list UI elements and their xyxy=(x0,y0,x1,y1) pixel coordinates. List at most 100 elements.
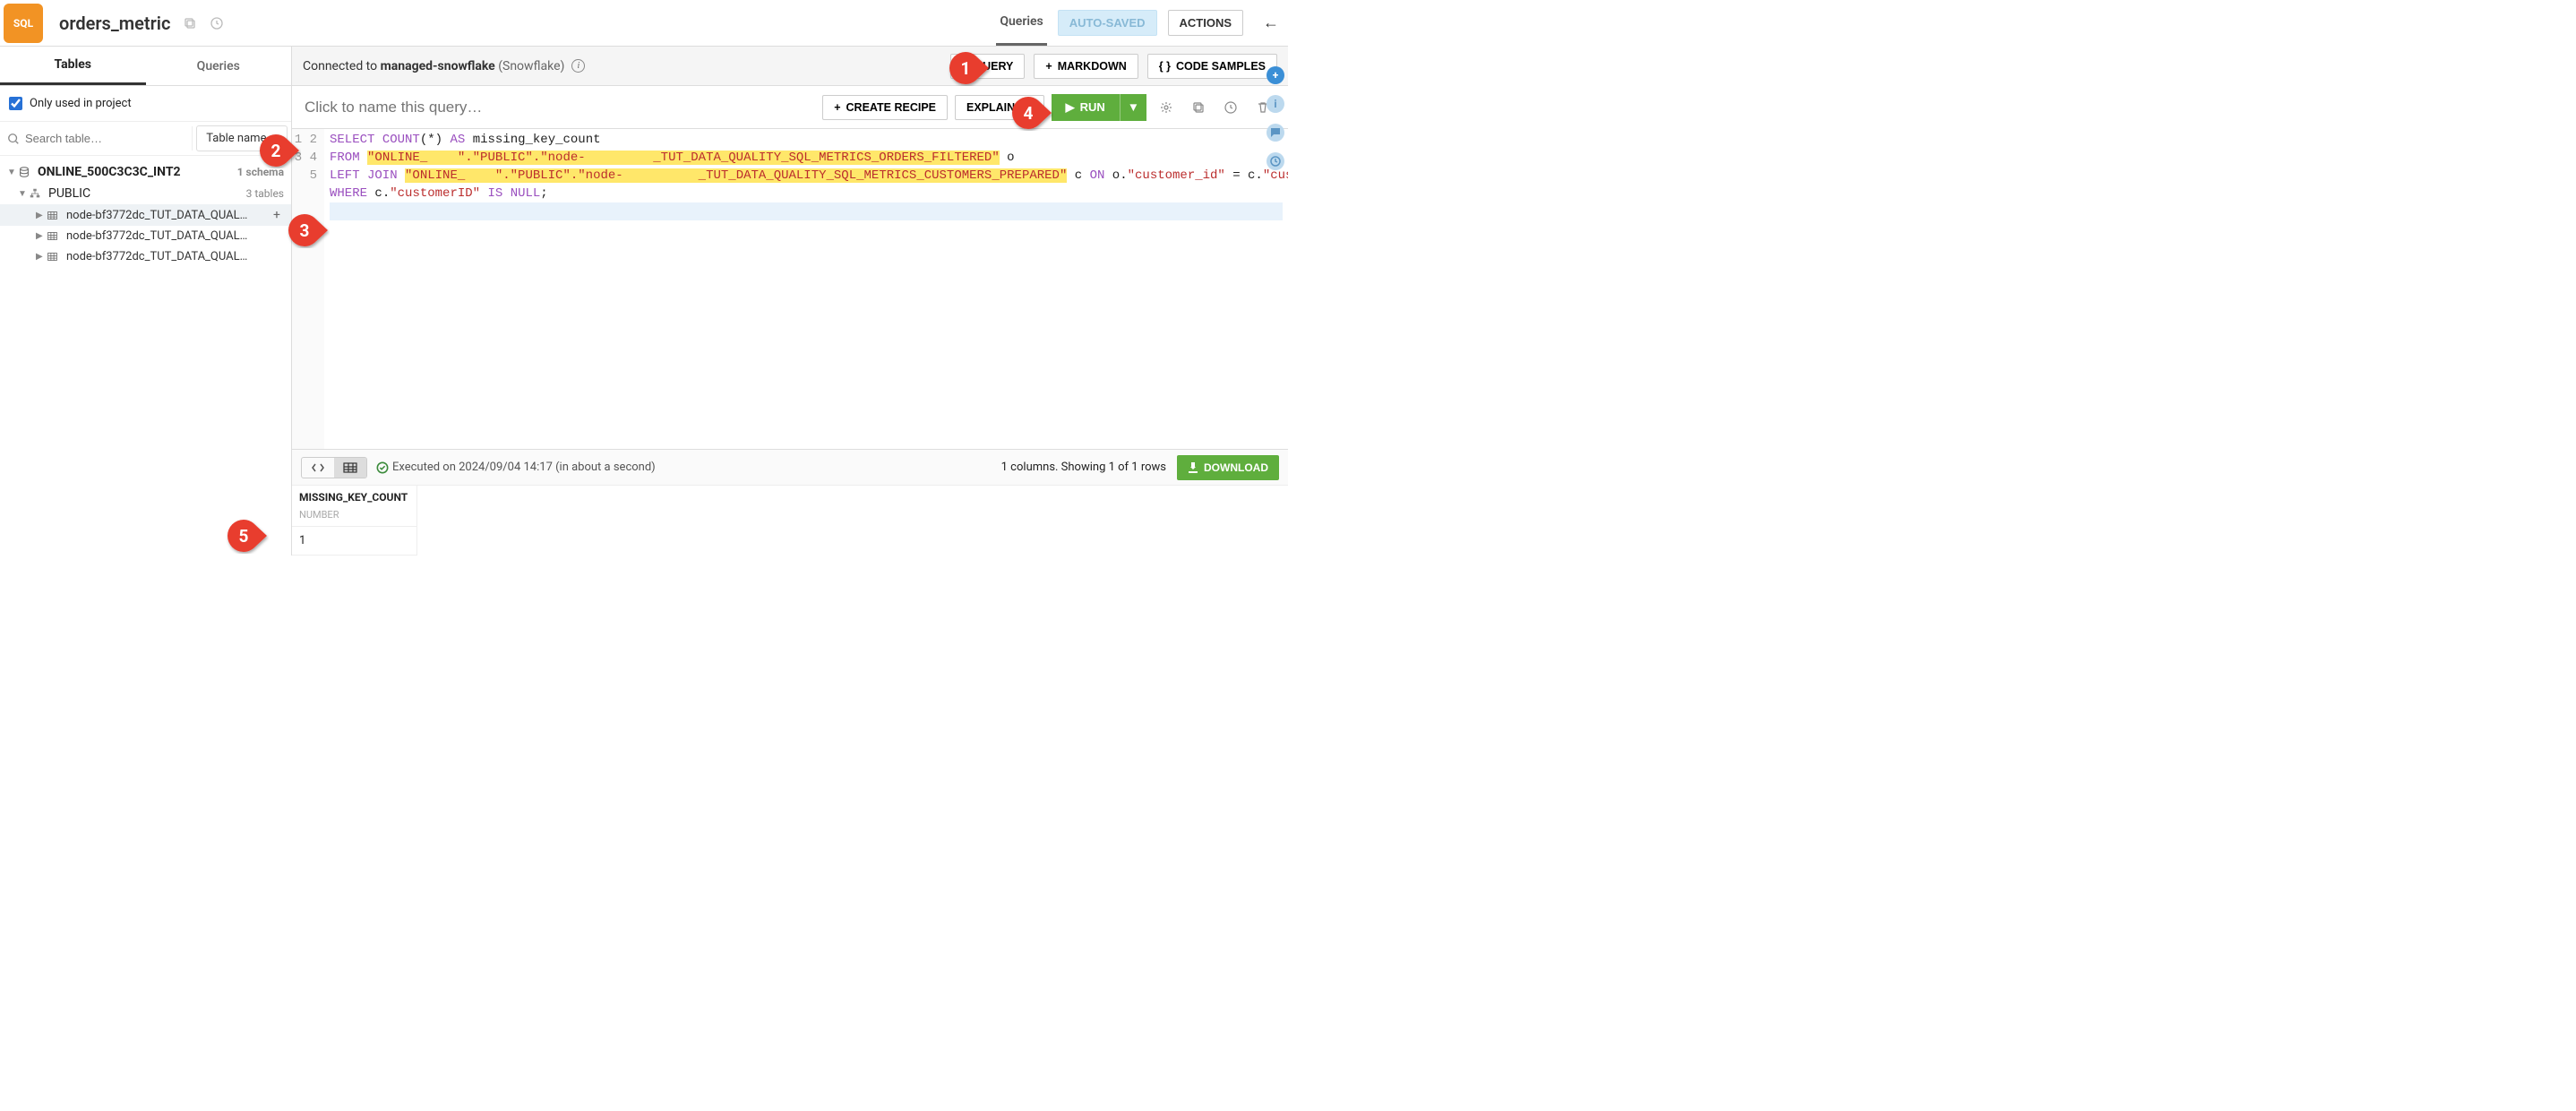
rail-chat-icon[interactable] xyxy=(1267,124,1284,142)
gear-icon[interactable] xyxy=(1154,97,1179,118)
ref: c. xyxy=(367,186,390,201)
table-identifier: "ONLINE_ "."PUBLIC"."node- _TUT_DATA_QUA… xyxy=(405,168,1067,183)
add-to-query-icon[interactable]: + xyxy=(270,208,284,222)
search-input[interactable] xyxy=(25,132,185,145)
table-icon xyxy=(47,230,63,242)
tree-table[interactable]: ▶ node-bf3772dc_TUT_DATA_QUAL… xyxy=(0,246,291,267)
database-icon xyxy=(18,166,34,178)
caret-right-icon: ▶ xyxy=(36,231,47,241)
alias: missing_key_count xyxy=(473,133,601,147)
kw-as: AS xyxy=(450,133,465,147)
run-button[interactable]: ▶ RUN xyxy=(1052,94,1120,121)
tab-tables[interactable]: Tables xyxy=(0,47,146,85)
create-recipe-button[interactable]: +CREATE RECIPE xyxy=(822,95,948,120)
sort-dropdown[interactable]: Table name ▾ xyxy=(196,125,288,151)
kw-null: NULL xyxy=(511,186,541,201)
check-icon xyxy=(376,461,389,474)
code-view-toggle[interactable] xyxy=(302,458,334,478)
info-icon[interactable]: i xyxy=(571,59,585,73)
connection-bar: Connected to managed-snowflake (Snowflak… xyxy=(292,47,1288,86)
column: "customerID" xyxy=(1263,168,1288,183)
add-markdown-button[interactable]: +MARKDOWN xyxy=(1034,54,1138,79)
copy-query-icon[interactable] xyxy=(1186,97,1211,118)
braces-icon: { } xyxy=(1159,60,1171,73)
table-name: node-bf3772dc_TUT_DATA_QUAL… xyxy=(66,250,284,263)
content-area: Connected to managed-snowflake (Snowflak… xyxy=(292,47,1288,556)
ref: o. xyxy=(1104,168,1127,183)
table-view-toggle[interactable] xyxy=(334,458,366,478)
caret-down-icon: ▼ xyxy=(18,189,29,199)
database-name: ONLINE_500C3C3C_INT2 xyxy=(38,165,237,179)
kw-join: LEFT JOIN xyxy=(330,168,398,183)
run-label: RUN xyxy=(1080,100,1105,114)
collapse-panel-icon[interactable]: ← xyxy=(1263,13,1279,32)
tree-table[interactable]: ▶ node-bf3772dc_TUT_DATA_QUAL… + xyxy=(0,204,291,226)
run-dropdown[interactable]: ▼ xyxy=(1120,94,1146,121)
line-gutter: 1 2 3 4 5 xyxy=(292,129,324,449)
code-samples-button[interactable]: { } CODE SAMPLES xyxy=(1147,54,1277,79)
schema-meta: 3 tables xyxy=(246,187,284,200)
code-samples-label: CODE SAMPLES xyxy=(1176,60,1266,73)
app-logo: SQL xyxy=(4,4,43,43)
column: "customerID" xyxy=(390,186,480,201)
chevron-down-icon: ▾ xyxy=(271,132,278,145)
search-icon xyxy=(7,133,20,145)
connection-engine: (Snowflake) xyxy=(498,59,564,73)
alias: o xyxy=(1000,151,1015,165)
alias: c xyxy=(1067,168,1089,183)
top-tab-queries[interactable]: Queries xyxy=(996,0,1046,46)
clock-icon[interactable] xyxy=(1218,97,1243,118)
kw-where: WHERE xyxy=(330,186,367,201)
left-panel: Tables Queries Only used in project Tabl… xyxy=(0,47,292,556)
code-area[interactable]: SELECT COUNT(*) AS missing_key_count FRO… xyxy=(324,129,1288,449)
rail-history-icon[interactable] xyxy=(1267,152,1284,170)
history-icon[interactable] xyxy=(210,16,224,30)
column: "customer_id" xyxy=(1128,168,1225,183)
add-markdown-label: MARKDOWN xyxy=(1058,60,1127,73)
rail-info-icon[interactable]: i xyxy=(1267,95,1284,113)
page-title: orders_metric xyxy=(59,13,170,34)
sort-label: Table name xyxy=(206,132,266,145)
only-used-label: Only used in project xyxy=(30,97,132,110)
fn-count: COUNT xyxy=(382,133,420,147)
rail-add-icon[interactable]: + xyxy=(1267,66,1284,84)
sql-editor[interactable]: 1 2 3 4 5 SELECT COUNT(*) AS missing_key… xyxy=(292,129,1288,449)
column-header[interactable]: MISSING_KEY_COUNT xyxy=(292,486,416,509)
download-icon xyxy=(1188,462,1198,473)
autosaved-badge: AUTO-SAVED xyxy=(1058,10,1157,36)
column-type: NUMBER xyxy=(292,509,416,526)
caret-down-icon: ▼ xyxy=(7,168,18,177)
kw-is: IS xyxy=(487,186,502,201)
tree-table[interactable]: ▶ node-bf3772dc_TUT_DATA_QUAL… xyxy=(0,226,291,246)
explain-plan-button[interactable]: EXPLAIN PL xyxy=(955,95,1044,120)
caret-right-icon: ▶ xyxy=(36,252,47,262)
connection-name: managed-snowflake xyxy=(381,59,495,73)
tables-tree: ▼ ONLINE_500C3C3C_INT2 1 schema ▼ PUBLIC… xyxy=(0,156,291,556)
copy-icon[interactable] xyxy=(183,16,197,30)
results-stats: 1 columns. Showing 1 of 1 rows xyxy=(1001,461,1166,474)
only-used-checkbox[interactable] xyxy=(9,97,22,110)
right-rail: + i xyxy=(1263,47,1288,170)
query-name-input[interactable] xyxy=(305,99,815,116)
database-meta: 1 schema xyxy=(237,166,284,178)
schema-icon xyxy=(29,187,45,200)
download-button[interactable]: DOWNLOAD xyxy=(1177,455,1279,480)
query-toolbar: +CREATE RECIPE EXPLAIN PL ▶ RUN ▼ xyxy=(292,86,1288,129)
table-name: node-bf3772dc_TUT_DATA_QUAL… xyxy=(66,209,270,222)
connected-prefix: Connected to xyxy=(303,59,377,73)
kw-from: FROM xyxy=(330,151,360,165)
caret-right-icon: ▶ xyxy=(36,211,47,220)
schema-name: PUBLIC xyxy=(48,186,246,201)
tree-schema[interactable]: ▼ PUBLIC 3 tables xyxy=(0,183,291,204)
result-cell: 1 xyxy=(292,526,416,555)
create-recipe-label: CREATE RECIPE xyxy=(846,101,936,114)
table-icon xyxy=(47,210,63,221)
tab-queries[interactable]: Queries xyxy=(146,47,292,85)
actions-button[interactable]: ACTIONS xyxy=(1168,10,1244,36)
tree-database[interactable]: ▼ ONLINE_500C3C3C_INT2 1 schema xyxy=(0,161,291,183)
table-icon xyxy=(47,251,63,263)
add-query-label: QUERY xyxy=(974,60,1013,73)
table-name: node-bf3772dc_TUT_DATA_QUAL… xyxy=(66,229,284,243)
add-query-button[interactable]: +QUERY xyxy=(950,54,1025,79)
table-identifier: "ONLINE_ "."PUBLIC"."node- _TUT_DATA_QUA… xyxy=(367,151,1000,165)
